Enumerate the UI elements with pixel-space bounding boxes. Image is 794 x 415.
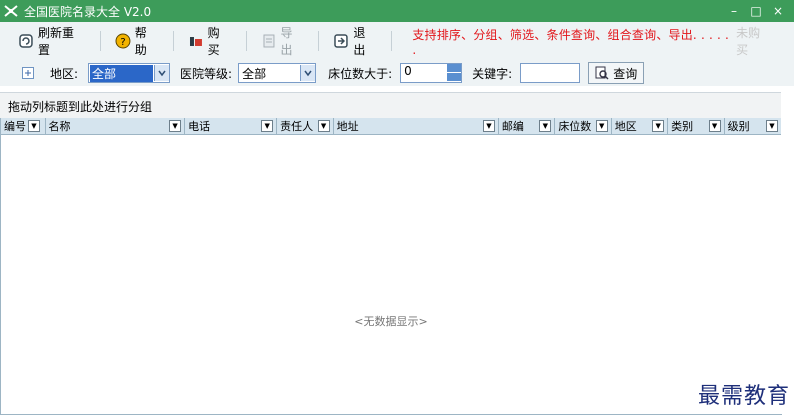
grid-header: 编号 ▼ 名称 ▼ 电话 ▼ 责任人 ▼ 地址 ▼ 邮编 ▼ 床位数 ▼ 地区 (1, 118, 781, 135)
feature-promo-text: 支持排序、分组、筛选、条件查询、组合查询、导出. . . . . . (412, 27, 730, 57)
maximize-button[interactable]: □ (750, 4, 762, 18)
filter-dropdown-icon[interactable]: ▼ (261, 120, 274, 132)
beds-value: 0 (404, 64, 412, 78)
group-by-area[interactable]: 拖动列标题到此处进行分组 (0, 92, 788, 119)
data-grid[interactable]: 编号 ▼ 名称 ▼ 电话 ▼ 责任人 ▼ 地址 ▼ 邮编 ▼ 床位数 ▼ 地区 (0, 118, 782, 415)
filter-dropdown-icon[interactable]: ▼ (169, 120, 182, 132)
column-header-phone[interactable]: 电话 ▼ (185, 118, 278, 134)
column-header-contact[interactable]: 责任人 ▼ (277, 118, 334, 134)
window-edge (781, 92, 794, 414)
filter-dropdown-icon[interactable]: ▼ (652, 120, 665, 132)
export-icon (263, 34, 275, 48)
toolbar-divider (318, 31, 320, 51)
search-icon (595, 66, 609, 80)
column-header-beds[interactable]: 床位数 ▼ (555, 118, 612, 134)
filter-dropdown-icon[interactable]: ▼ (766, 120, 778, 132)
column-header-id[interactable]: 编号 ▼ (1, 118, 46, 134)
filter-dropdown-icon[interactable]: ▼ (539, 120, 552, 132)
export-button[interactable]: 导出 (253, 26, 313, 57)
toolbar-divider (391, 31, 393, 51)
chevron-down-icon[interactable] (154, 65, 170, 81)
buy-icon (189, 37, 202, 46)
group-hint: 拖动列标题到此处进行分组 (8, 99, 153, 114)
keyword-input[interactable] (520, 63, 581, 83)
keyword-label: 关键字: (472, 66, 513, 81)
filter-dropdown-icon[interactable]: ▼ (28, 120, 40, 132)
beds-label: 床位数大于: (328, 66, 393, 81)
filter-dropdown-icon[interactable]: ▼ (317, 120, 330, 132)
filter-bar: 地区: 全部 医院等级: 全部 床位数大于: 0 关键字: 查询 (0, 60, 794, 86)
expand-icon[interactable] (22, 67, 34, 79)
app-logo-icon (4, 5, 18, 17)
column-header-address[interactable]: 地址 ▼ (334, 118, 499, 134)
toolbar: 刷新重置 ? 帮助 购买 导出 退出 支持排序、分组、筛选、条件查询、组合查询、… (0, 22, 794, 61)
buy-label: 购买 (207, 26, 220, 57)
column-header-category[interactable]: 类别 ▼ (668, 118, 725, 134)
stepper-buttons[interactable] (447, 64, 462, 82)
toolbar-divider (245, 31, 247, 51)
license-status: 未购买 (736, 26, 761, 57)
level-select[interactable]: 全部 (238, 63, 317, 83)
toolbar-divider (99, 31, 101, 51)
region-label: 地区: (50, 66, 79, 81)
help-label: 帮助 (134, 26, 147, 57)
query-label: 查询 (613, 66, 638, 81)
exit-icon (334, 34, 349, 48)
column-header-region[interactable]: 地区 ▼ (612, 118, 669, 134)
buy-button[interactable]: 购买 (180, 26, 240, 57)
watermark-text: 最需教育 (697, 384, 790, 409)
filter-dropdown-icon[interactable]: ▼ (482, 120, 495, 132)
help-button[interactable]: ? 帮助 (107, 26, 167, 57)
close-button[interactable]: × (772, 4, 784, 18)
filter-dropdown-icon[interactable]: ▼ (708, 120, 721, 132)
column-header-name[interactable]: 名称 ▼ (46, 118, 186, 134)
exit-button[interactable]: 退出 (325, 26, 385, 57)
query-button[interactable]: 查询 (588, 62, 645, 84)
export-label: 导出 (280, 26, 293, 57)
filter-dropdown-icon[interactable]: ▼ (595, 120, 608, 132)
exit-label: 退出 (353, 26, 366, 57)
minimize-button[interactable]: – (728, 4, 740, 18)
column-header-grade[interactable]: 级别 ▼ (725, 118, 781, 134)
refresh-icon (19, 34, 33, 48)
refresh-button[interactable]: 刷新重置 (10, 26, 94, 57)
chevron-down-icon[interactable] (300, 65, 316, 81)
title-bar: 全国医院名录大全 V2.0 – □ × (0, 0, 794, 22)
help-icon: ? (115, 33, 131, 49)
svg-text:?: ? (120, 37, 125, 48)
level-select-value: 全部 (242, 66, 267, 81)
refresh-label: 刷新重置 (37, 26, 74, 57)
region-select[interactable]: 全部 (88, 63, 171, 83)
empty-state-text: <无数据显示> (354, 315, 428, 328)
beds-stepper[interactable]: 0 (400, 63, 463, 83)
column-header-zip[interactable]: 邮编 ▼ (499, 118, 556, 134)
level-label: 医院等级: (180, 66, 233, 81)
region-select-value: 全部 (90, 64, 154, 82)
toolbar-divider (172, 31, 174, 51)
window-title: 全国医院名录大全 V2.0 (24, 4, 152, 19)
